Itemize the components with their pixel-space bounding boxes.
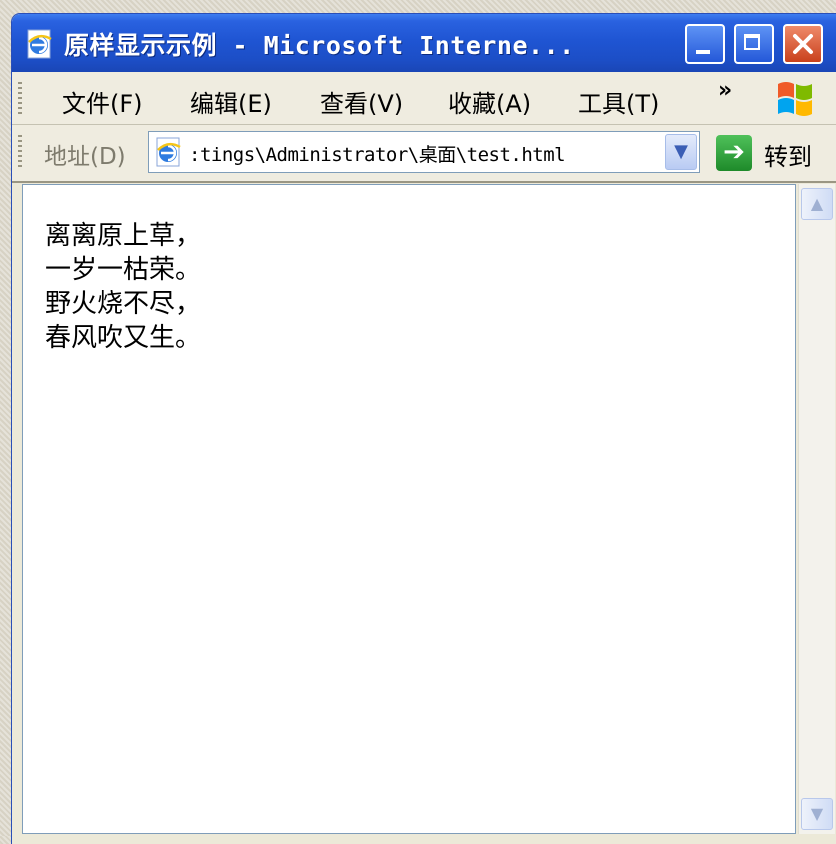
go-arrow-icon[interactable]: ➔ <box>716 135 752 171</box>
address-label: 地址(D) <box>44 144 126 170</box>
menu-favorites[interactable]: 收藏(A) <box>448 84 531 119</box>
poem-text: 离离原上草， 一岁一枯荣。 野火烧不尽， 春风吹又生。 <box>45 221 202 353</box>
menu-edit[interactable]: 编辑(E) <box>190 84 272 119</box>
title-bar[interactable]: 原样显示示例 - Microsoft Interne... <box>12 14 836 72</box>
scroll-up-icon[interactable]: ▲ <box>801 188 833 220</box>
menu-bar: 文件(F) 编辑(E) 查看(V) 收藏(A) 工具(T) » <box>12 72 836 125</box>
vertical-scrollbar[interactable]: ▲ ▼ <box>798 184 835 834</box>
menu-overflow-chevron-icon[interactable]: » <box>718 78 732 103</box>
scroll-down-icon[interactable]: ▼ <box>801 798 833 830</box>
browser-window: 原样显示示例 - Microsoft Interne... 文件(F) 编辑(E… <box>12 14 836 844</box>
menu-view[interactable]: 查看(V) <box>320 84 403 119</box>
minimize-icon[interactable] <box>685 24 725 64</box>
windows-logo-icon <box>778 82 812 116</box>
dropdown-arrow-icon[interactable]: ▼ <box>665 134 697 170</box>
ie-page-icon <box>156 137 181 167</box>
menu-file[interactable]: 文件(F) <box>62 84 143 119</box>
maximize-icon[interactable] <box>734 24 774 64</box>
address-grip[interactable] <box>18 135 22 169</box>
page-content: 离离原上草， 一岁一枯荣。 野火烧不尽， 春风吹又生。 <box>22 184 796 834</box>
address-url[interactable]: :tings\Administrator\桌面\test.html <box>189 140 566 167</box>
go-button-label[interactable]: 转到 <box>764 137 812 172</box>
menu-tools[interactable]: 工具(T) <box>578 84 659 119</box>
window-title: 原样显示示例 - Microsoft Interne... <box>64 31 575 60</box>
address-input[interactable]: :tings\Administrator\桌面\test.html ▼ <box>148 131 700 173</box>
address-bar: 地址(D) :tings\Administrator\桌面\test.html … <box>12 125 836 183</box>
close-icon[interactable] <box>783 24 823 64</box>
toolbar-grip[interactable] <box>18 82 22 116</box>
ie-page-icon <box>27 29 52 59</box>
